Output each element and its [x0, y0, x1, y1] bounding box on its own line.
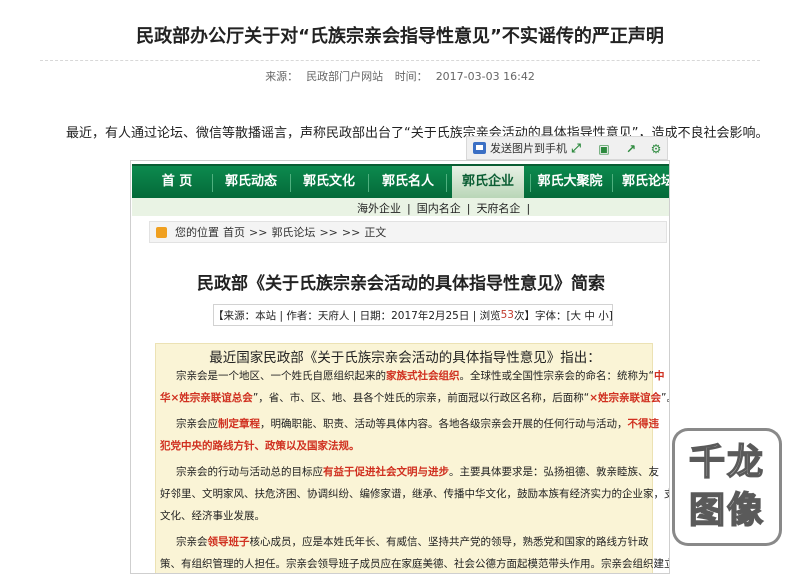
expand-icon[interactable]: ⤢ [567, 140, 585, 157]
share-icon[interactable]: ↗ [622, 140, 640, 157]
body-line: 策、有组织管理的人担任。宗亲会领导班子成员应在家庭美德、社会公德方面起模范带头作… [160, 558, 670, 570]
subnav-divider: | [407, 202, 411, 215]
time-value: 2017-03-03 16:42 [435, 70, 535, 83]
nav-divider [530, 174, 531, 192]
send-to-phone-label: 发送图片到手机 [490, 142, 567, 155]
title-divider [40, 60, 760, 61]
nav-news[interactable]: 郭氏动态 [218, 166, 284, 198]
nav-divider [290, 174, 291, 192]
breadcrumb-home[interactable]: 首页 [223, 224, 245, 240]
subnav-divider: | [526, 202, 531, 215]
body-line: 宗亲会的行动与活动总的目标应有益于促进社会文明与进步。主要具体要求是：弘扬祖德、… [176, 462, 659, 483]
meta-prefix: 【来源：本站 | 作者：天府人 | 日期：2017年2月25日 | 浏览 [213, 309, 501, 322]
nav-forum[interactable]: 郭氏论坛 [618, 166, 669, 198]
body-line: 华×姓宗亲联谊总会”，省、市、区、地、县各个姓氏的宗亲，前面冠以行政区名称，后面… [160, 388, 669, 409]
breadcrumb-separator: >> [341, 225, 361, 239]
watermark-line-2: 图像 [688, 489, 765, 532]
nav-courtyard[interactable]: 郭氏大聚院 [534, 166, 606, 198]
breadcrumb-label: 您的位置 [175, 226, 219, 239]
nav-divider [212, 174, 213, 192]
nav-home[interactable]: 首 页 [146, 166, 208, 198]
image-toolbar: 发送图片到手机 ⤢ ▣ ↗ ⚙ [466, 136, 668, 160]
text-span: ”。 [661, 392, 669, 404]
text-span: ”，省、市、区、地、县各个姓氏的宗亲，前面冠以行政区名称，后面称“ [252, 392, 590, 404]
page-title: 民政部办公厅关于对“氏族宗亲会指导性意见”不实谣传的严正声明 [136, 26, 664, 47]
text-span: 。全球性或全国性宗亲会的命名：统称为“ [459, 370, 654, 382]
highlight-span: 有益于促进社会文明与进步 [323, 466, 449, 478]
highlight-span: 制定章程 [218, 418, 260, 430]
source-label: 来源： [265, 70, 299, 83]
location-pin-icon [156, 226, 167, 238]
nav-culture[interactable]: 郭氏文化 [296, 166, 362, 198]
text-span: 宗亲会的行动与活动总的目标应 [176, 466, 323, 478]
text-span: ，明确职能、职责、活动等具体内容。各地各级宗亲会开展的任何行动与活动， [260, 418, 628, 430]
body-line: 犯党中央的路线方针、政策以及国家法规。 [160, 440, 360, 452]
send-to-phone-button[interactable]: 发送图片到手机 [469, 139, 571, 157]
breadcrumb: 您的位置 首页 >> 郭氏论坛 >> >> 正文 [149, 221, 667, 243]
article-meta: 来源： 民政部门户网站 时间： 2017-03-03 16:42 [0, 68, 800, 84]
embedded-article-title: 民政部《关于氏族宗亲会活动的具体指导性意见》简索 [197, 274, 605, 294]
breadcrumb-separator: >> [249, 225, 268, 239]
highlight-span: 不得违 [627, 418, 660, 430]
embedded-subnav: 海外企业 | 国内名企 | 天府名企 | [132, 198, 669, 216]
highlight-span: 领导班子 [207, 536, 250, 548]
watermark-line: 千龙 [688, 441, 765, 484]
embedded-screenshot: 首 页 郭氏动态 郭氏文化 郭氏名人 郭氏企业 郭氏大聚院 郭氏论坛 海外企业 |… [130, 160, 670, 574]
highlight-span: 华×姓宗亲联谊总会 [160, 392, 253, 404]
meta-suffix[interactable]: 次】字体：[大 中 小] [514, 308, 613, 323]
embedded-nav-bar: 首 页 郭氏动态 郭氏文化 郭氏名人 郭氏企业 郭氏大聚院 郭氏论坛 [132, 164, 669, 198]
highlight-span: ×姓宗亲联谊会 [589, 392, 662, 404]
body-line: 好邻里、文明家风、扶危济困、协调纠纷、编修家谱，继承、传播中华文化，鼓励本族有经… [160, 488, 670, 500]
subnav-tianfu[interactable]: 天府名企 [476, 202, 520, 215]
nav-divider [612, 174, 613, 192]
nav-enterprises[interactable]: 郭氏企业 [452, 166, 524, 198]
text-span: 宗亲会 [176, 536, 208, 548]
highlight-span: 中 [653, 370, 665, 382]
phone-icon [473, 142, 486, 154]
save-icon[interactable]: ▣ [595, 140, 613, 157]
subnav-domestic[interactable]: 国内名企 [417, 202, 461, 215]
time-label: 时间： [394, 70, 428, 83]
text-span: 宗亲会是一个地区、一个姓氏自愿组织起来的 [176, 370, 386, 382]
source-value[interactable]: 民政部门户网站 [306, 70, 383, 83]
text-span: 。主要具体要求是：弘扬祖德、敦亲睦族、友 [449, 466, 659, 478]
watermark-text-2: 图像 [688, 487, 765, 535]
nav-divider [446, 174, 447, 192]
breadcrumb-forum[interactable]: 郭氏论坛 [271, 224, 315, 240]
view-count: 53 [500, 309, 514, 321]
text-span: 宗亲会应 [176, 418, 218, 430]
text-span: 核心成员，应是本姓氏年长、有威信、坚持共产党的领导，熟悉党和国家的路线方针政 [249, 536, 649, 548]
embedded-article-meta: 【来源：本站 | 作者：天府人 | 日期：2017年2月25日 | 浏览 53 次】… [213, 304, 613, 326]
body-line: 文化、经济事业发展。 [160, 510, 265, 522]
body-lead: 最近国家民政部《关于氏族宗亲会活动的具体指导性意见》指出： [209, 350, 601, 366]
breadcrumb-current: 正文 [364, 226, 387, 239]
nav-celebrities[interactable]: 郭氏名人 [374, 166, 442, 198]
subnav-divider: | [466, 202, 471, 215]
embedded-article-body: 最近国家民政部《关于氏族宗亲会活动的具体指导性意见》指出： 宗亲会是一个地区、一… [155, 343, 669, 573]
body-line: 宗亲会应制定章程，明确职能、职责、活动等具体内容。各地各级宗亲会开展的任何行动与… [176, 414, 659, 435]
body-line: 宗亲会是一个地区、一个姓氏自愿组织起来的家族式社会组织。全球性或全国性宗亲会的命… [176, 366, 664, 387]
settings-icon[interactable]: ⚙ [647, 140, 665, 157]
watermark-logo: 千龙 图像 [672, 428, 782, 546]
nav-divider [368, 174, 369, 192]
watermark-text: 千龙 [688, 439, 765, 487]
body-line: 宗亲会领导班子核心成员，应是本姓氏年长、有威信、坚持共产党的领导，熟悉党和国家的… [176, 532, 649, 553]
highlight-span: 家族式社会组织 [386, 370, 460, 382]
breadcrumb-separator: >> [319, 225, 338, 239]
subnav-overseas[interactable]: 海外企业 [357, 202, 401, 215]
